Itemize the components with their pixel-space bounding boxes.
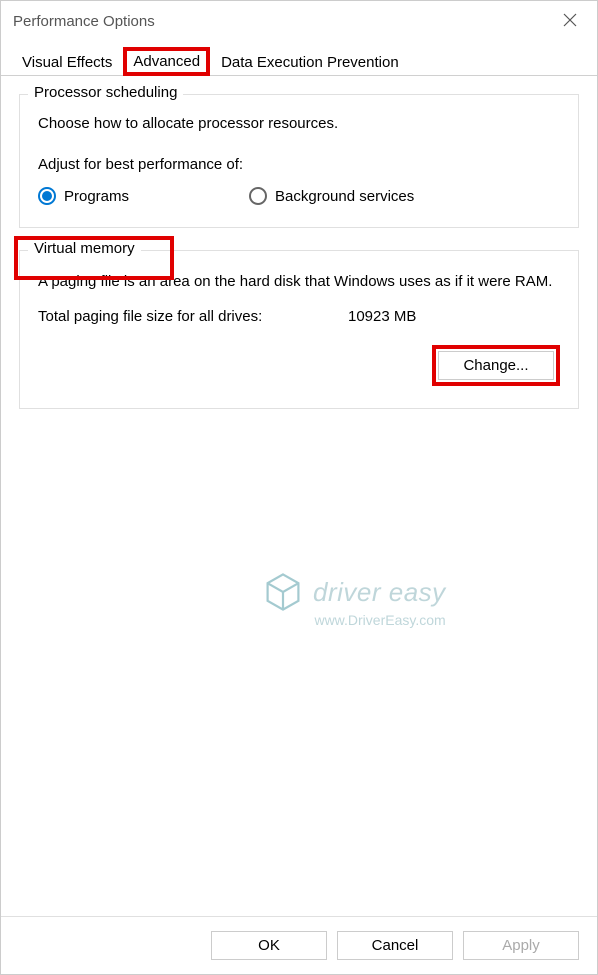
vm-group-title: Virtual memory: [28, 240, 141, 257]
paging-file-value: 10923 MB: [348, 308, 416, 325]
highlight-change-button: Change...: [432, 345, 560, 386]
tab-dep[interactable]: Data Execution Prevention: [212, 49, 408, 75]
radio-dot-icon: [249, 187, 267, 205]
processor-scheduling-group: Processor scheduling Choose how to alloc…: [19, 94, 579, 228]
ok-button[interactable]: OK: [211, 931, 327, 960]
radio-background-label: Background services: [275, 188, 414, 205]
radio-programs[interactable]: Programs: [38, 187, 129, 205]
virtual-memory-group: Virtual memory A paging file is an area …: [19, 250, 579, 409]
titlebar: Performance Options: [1, 1, 597, 41]
adjust-label: Adjust for best performance of:: [38, 156, 560, 173]
paging-file-row: Total paging file size for all drives: 1…: [38, 308, 560, 325]
radio-programs-label: Programs: [64, 188, 129, 205]
tab-visual-effects[interactable]: Visual Effects: [13, 49, 121, 75]
vm-desc: A paging file is an area on the hard dis…: [38, 271, 560, 294]
window-title: Performance Options: [13, 13, 155, 30]
watermark: driver easy www.DriverEasy.com: [261, 570, 446, 628]
cube-icon: [261, 570, 305, 614]
performance-options-dialog: Performance Options Visual Effects Advan…: [0, 0, 598, 975]
watermark-url: www.DriverEasy.com: [261, 612, 446, 628]
dialog-footer: OK Cancel Apply: [1, 916, 597, 974]
change-button[interactable]: Change...: [438, 351, 554, 380]
tab-bar: Visual Effects Advanced Data Execution P…: [1, 47, 597, 76]
tab-content: Processor scheduling Choose how to alloc…: [1, 76, 597, 916]
radio-dot-icon: [38, 187, 56, 205]
watermark-text: driver easy: [313, 577, 446, 608]
processor-desc: Choose how to allocate processor resourc…: [38, 115, 560, 132]
paging-file-label: Total paging file size for all drives:: [38, 308, 348, 325]
processor-group-title: Processor scheduling: [28, 84, 183, 101]
tab-advanced[interactable]: Advanced: [123, 47, 210, 76]
close-button[interactable]: [555, 11, 585, 32]
radio-group: Programs Background services: [38, 187, 560, 205]
cancel-button[interactable]: Cancel: [337, 931, 453, 960]
radio-background[interactable]: Background services: [249, 187, 414, 205]
apply-button[interactable]: Apply: [463, 931, 579, 960]
